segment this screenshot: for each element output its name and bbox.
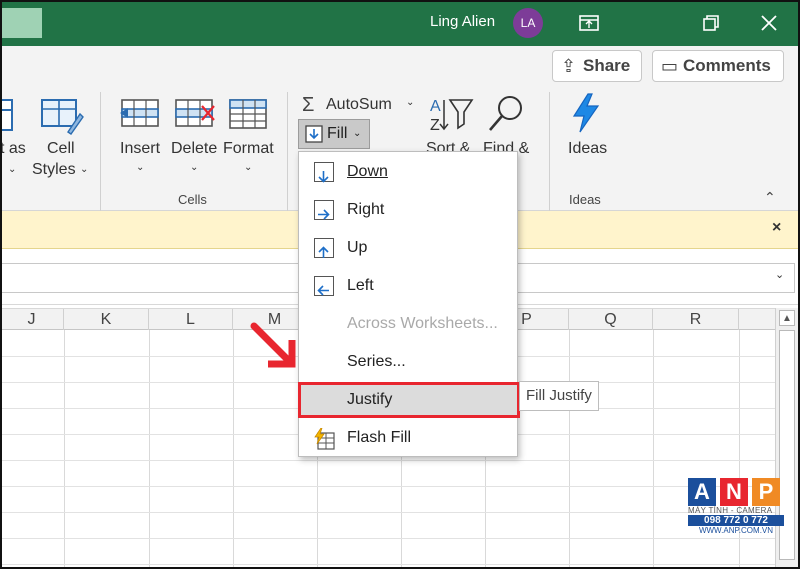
- logo-website: WWW.ANP.COM.VN: [698, 526, 774, 535]
- grid-line: [0, 512, 775, 513]
- menu-item-label: Right: [347, 201, 385, 218]
- fill-down-arrow-icon: [305, 125, 323, 153]
- chevron-down-icon: ⌄: [8, 164, 17, 175]
- grid-line: [0, 486, 775, 487]
- collapse-ribbon-icon[interactable]: ⌃: [764, 189, 776, 206]
- chevron-down-icon: ⌄: [136, 162, 145, 173]
- logo-letter: A: [688, 478, 716, 506]
- menu-item-justify[interactable]: Justify: [298, 382, 520, 418]
- title-bar: Ling Alien LA: [0, 0, 800, 46]
- menu-item-series[interactable]: Series...: [299, 344, 517, 380]
- menu-item-across-worksheets: Across Worksheets...: [299, 306, 517, 342]
- logo-phone: 098 772 0 772: [688, 515, 784, 526]
- menu-item-label: Up: [347, 239, 368, 256]
- chevron-down-icon: ⌄: [190, 162, 199, 173]
- fill-left-icon: [314, 276, 334, 296]
- menu-item-up[interactable]: Up: [299, 230, 517, 266]
- format-cells-icon[interactable]: [226, 96, 270, 137]
- fill-label: Fill: [327, 125, 348, 142]
- share-button[interactable]: ⇪ Share: [552, 50, 642, 82]
- column-header-j[interactable]: J: [0, 309, 64, 330]
- grid-line: [653, 330, 654, 569]
- group-separator: [287, 92, 288, 212]
- group-separator: [549, 92, 550, 212]
- format-label: Format: [223, 140, 274, 157]
- menu-item-down[interactable]: Down: [299, 154, 517, 190]
- share-label: Share: [583, 56, 631, 75]
- format-as-table-icon[interactable]: [0, 98, 14, 139]
- delete-label: Delete: [171, 140, 218, 157]
- cells-group-label: Cells: [178, 192, 207, 207]
- grid-line: [233, 330, 234, 569]
- sigma-icon: Σ: [302, 94, 315, 116]
- logo-letter: P: [752, 478, 780, 506]
- ribbon-display-options-icon[interactable]: [578, 12, 600, 34]
- fill-dropdown-menu: Down Right Up Left Across Worksheets... …: [298, 151, 520, 457]
- tooltip: Fill Justify: [519, 381, 599, 411]
- grid-line: [0, 564, 775, 565]
- menu-item-label: Justify: [347, 391, 393, 408]
- grid-line: [0, 538, 775, 539]
- insert-cells-icon[interactable]: [118, 96, 162, 137]
- red-arrow-icon: [250, 322, 300, 379]
- scroll-up-icon[interactable]: ▲: [779, 310, 795, 326]
- cell-styles-icon[interactable]: [40, 96, 84, 141]
- grid-line: [0, 460, 775, 461]
- logo-tagline: MÁY TÍNH - CAMERA: [688, 506, 773, 515]
- column-header-k[interactable]: K: [64, 309, 149, 330]
- svg-text:A: A: [430, 98, 441, 115]
- menu-item-label: Down: [347, 163, 388, 180]
- expand-formula-bar-icon[interactable]: ⌄: [775, 268, 784, 281]
- chevron-down-icon: ⌄: [353, 128, 362, 139]
- chevron-down-icon: ⌄: [80, 164, 89, 175]
- cell-styles-label-2: Styles: [32, 161, 76, 178]
- menu-item-label: Left: [347, 277, 374, 294]
- fill-up-icon: [314, 238, 334, 258]
- grid-line: [149, 330, 150, 569]
- avatar[interactable]: LA: [513, 8, 543, 38]
- autosum-label: AutoSum: [326, 96, 392, 113]
- insert-label: Insert: [120, 140, 161, 157]
- group-separator: [100, 92, 101, 212]
- fill-button[interactable]: Fill ⌄: [298, 119, 370, 149]
- close-window-icon[interactable]: [758, 12, 780, 34]
- grid-line: [569, 330, 570, 569]
- ideas-lightning-icon[interactable]: [568, 92, 604, 139]
- title-tab: [0, 8, 42, 38]
- column-header-l[interactable]: L: [149, 309, 233, 330]
- sort-filter-icon[interactable]: AZ: [428, 94, 474, 139]
- anp-watermark-logo: A N P MÁY TÍNH - CAMERA 098 772 0 772 WW…: [688, 478, 784, 535]
- chevron-down-icon: ⌄: [406, 97, 415, 108]
- menu-item-label: Series...: [347, 353, 406, 370]
- menu-item-label: Across Worksheets...: [347, 315, 498, 332]
- menu-item-left[interactable]: Left: [299, 268, 517, 304]
- delete-cells-icon[interactable]: [172, 96, 216, 137]
- fill-right-icon: [314, 200, 334, 220]
- menu-item-flash-fill[interactable]: Flash Fill: [299, 420, 517, 456]
- restore-window-icon[interactable]: [700, 12, 722, 34]
- format-as-label: t as: [0, 140, 26, 157]
- column-header-r[interactable]: R: [653, 309, 739, 330]
- comment-icon: ▭: [661, 56, 679, 76]
- comments-button[interactable]: ▭ Comments: [652, 50, 784, 82]
- ideas-label: Ideas: [568, 140, 608, 157]
- flash-fill-icon: [313, 427, 335, 464]
- comments-label: Comments: [683, 56, 771, 75]
- close-icon[interactable]: ×: [772, 219, 781, 237]
- cell-styles-label-1: Cell: [47, 140, 75, 157]
- chevron-down-icon: ⌄: [244, 162, 253, 173]
- menu-item-label: Flash Fill: [347, 429, 412, 446]
- user-name: Ling Alien: [430, 13, 496, 30]
- share-icon: ⇪: [561, 56, 577, 76]
- column-header-q[interactable]: Q: [569, 309, 653, 330]
- logo-letter: N: [720, 478, 748, 506]
- ideas-group-label: Ideas: [569, 192, 601, 207]
- svg-text:Z: Z: [430, 117, 440, 134]
- find-select-icon[interactable]: [484, 94, 528, 139]
- menu-item-right[interactable]: Right: [299, 192, 517, 228]
- fill-down-icon: [314, 162, 334, 183]
- grid-line: [64, 330, 65, 569]
